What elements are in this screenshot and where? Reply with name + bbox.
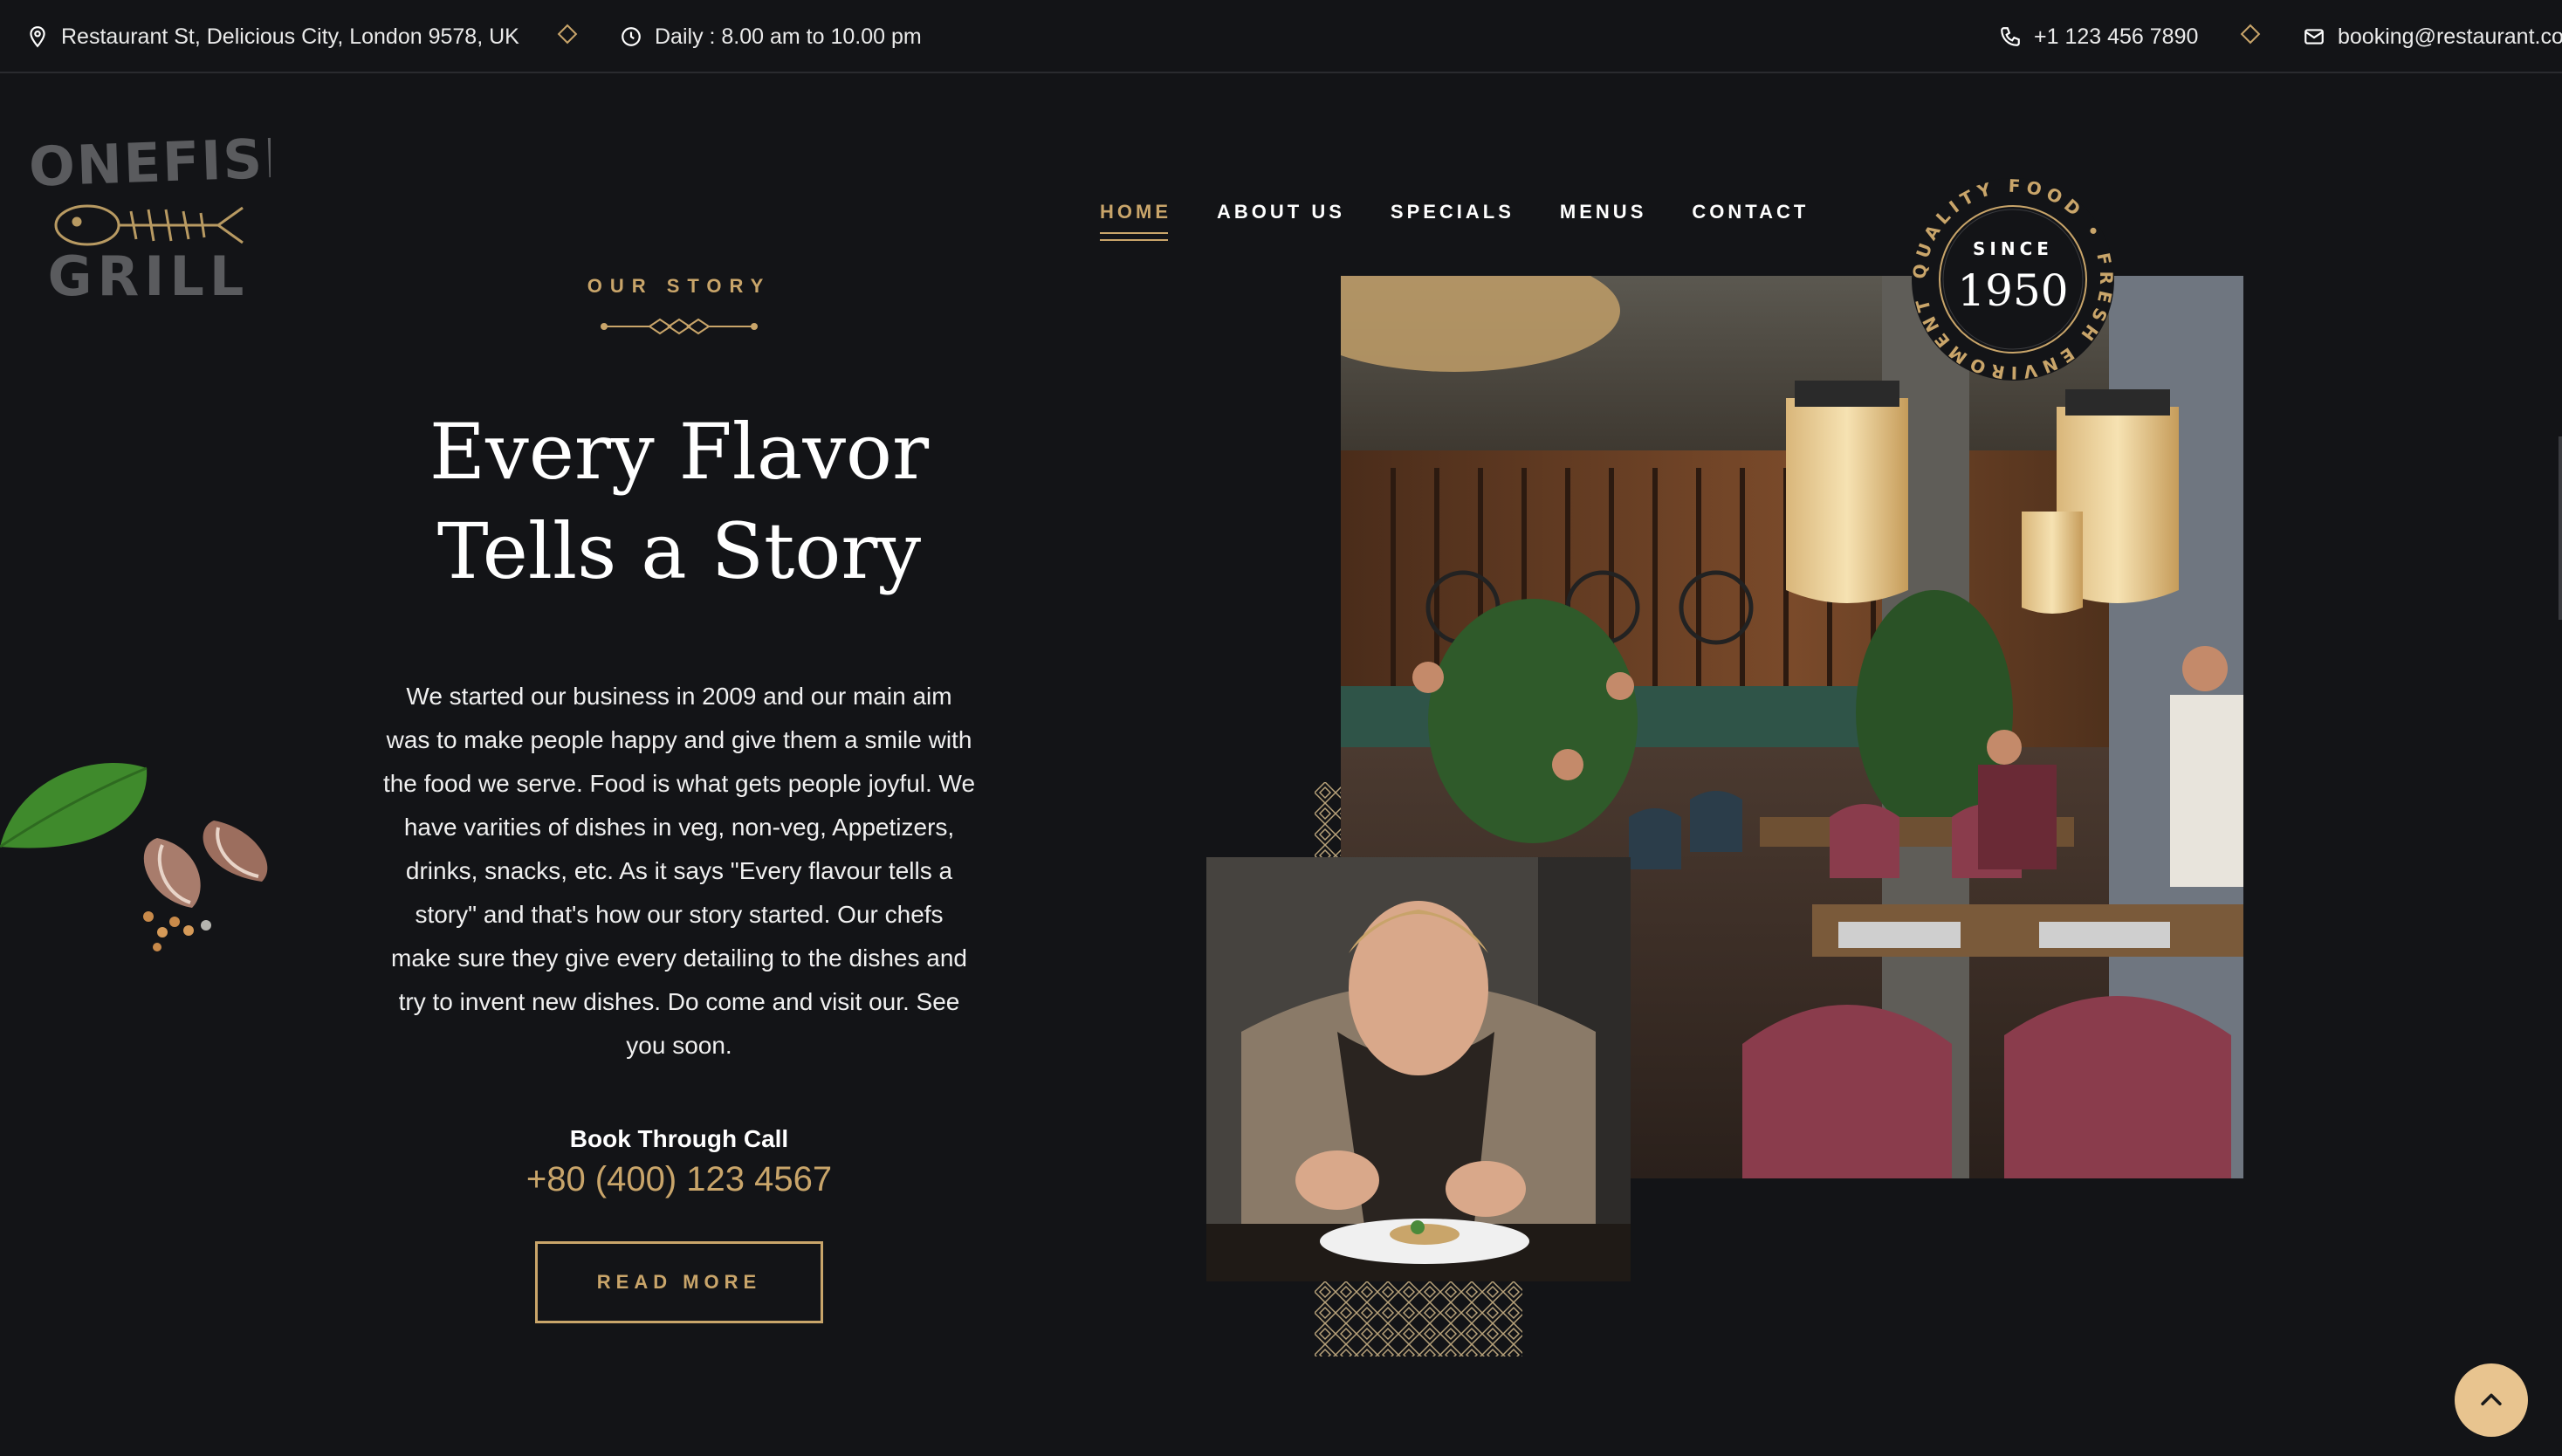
phone-icon: [2001, 27, 2020, 46]
nav-specials[interactable]: SPECIALS: [1391, 201, 1515, 241]
headline-line1: Every Flavor: [429, 407, 930, 497]
email-info[interactable]: booking@restaurant.co: [2303, 0, 2562, 73]
story-paragraph: We started our business in 2009 and our …: [382, 683, 976, 1059]
chevron-up-icon: [2481, 1393, 2502, 1406]
email-text: booking@restaurant.co: [2338, 24, 2562, 49]
book-label: Book Through Call: [569, 1125, 789, 1152]
scroll-to-top-button[interactable]: [2455, 1363, 2528, 1437]
page-title: Every Flavor Tells a Story: [332, 402, 1027, 601]
top-info-bar: Restaurant St, Delicious City, London 95…: [0, 0, 2562, 73]
svg-text:GRILL: GRILL: [48, 244, 250, 306]
location-pin-icon: [30, 26, 45, 48]
our-story-section: OUR STORY Every Flavor Tells a Story We …: [332, 275, 1027, 1323]
section-eyebrow: OUR STORY: [587, 275, 772, 297]
address-text: Restaurant St, Delicious City, London 95…: [61, 24, 519, 49]
nav-home[interactable]: HOME: [1100, 201, 1171, 241]
divider-diamond: [2240, 24, 2261, 45]
hours-info: Daily : 8.00 am to 10.00 pm: [620, 0, 922, 73]
svg-text:SINCE: SINCE: [1973, 238, 2053, 259]
read-more-button[interactable]: READ MORE: [535, 1241, 823, 1323]
clock-icon: [622, 27, 641, 46]
hours-text: Daily : 8.00 am to 10.00 pm: [655, 24, 922, 49]
svg-text:1950: 1950: [1957, 265, 2068, 316]
nav-menus[interactable]: MENUS: [1560, 201, 1646, 241]
ornament-divider: [601, 318, 758, 335]
nav-contact[interactable]: CONTACT: [1692, 201, 1809, 241]
lattice-pattern: [1315, 1281, 1522, 1356]
booking-phone-link[interactable]: +80 (400) 123 4567: [332, 1160, 1027, 1199]
nav-about-us[interactable]: ABOUT US: [1217, 201, 1345, 241]
divider-diamond: [557, 24, 578, 45]
main-nav: HOME ABOUT US SPECIALS MENUS CONTACT: [1100, 201, 1809, 241]
phone-info[interactable]: +1 123 456 7890: [1999, 0, 2198, 73]
since-1950-badge: QUALITY FOOD • FRESH ENVIROMENT • SINCE …: [1908, 175, 2114, 383]
chef-plating-image: [1206, 857, 1631, 1281]
mail-icon: [2304, 29, 2324, 45]
chef-plating-illustration: [1206, 857, 1631, 1281]
address-info: Restaurant St, Delicious City, London 95…: [26, 0, 519, 73]
basil-garlic-decoration: [0, 763, 268, 951]
page-scrollbar[interactable]: [2559, 436, 2562, 620]
headline-line2: Tells a Story: [436, 506, 922, 596]
bonefish-grill-logo[interactable]: BONEFISH GRILL: [26, 131, 271, 306]
svg-text:BONEFISH: BONEFISH: [26, 131, 271, 200]
phone-text: +1 123 456 7890: [2034, 24, 2199, 49]
